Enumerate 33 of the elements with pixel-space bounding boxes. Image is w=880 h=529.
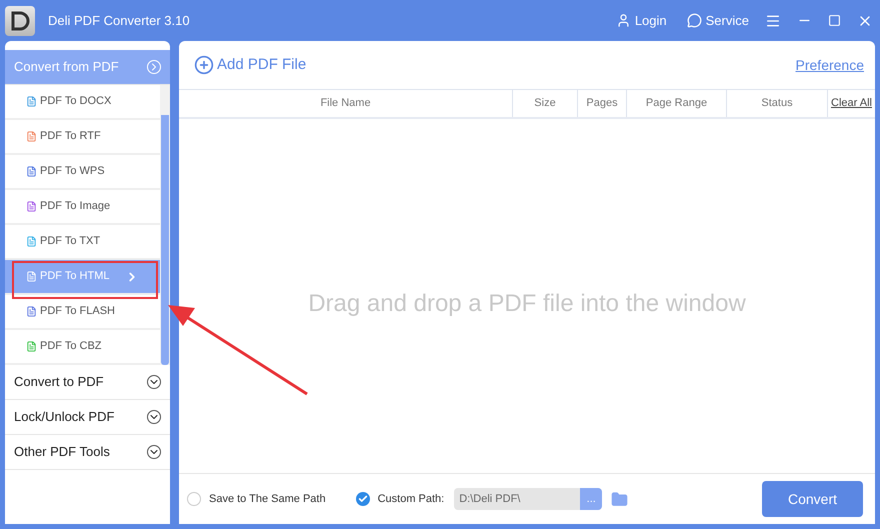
section-header[interactable]: Convert from PDF (5, 50, 170, 85)
scrollbar-thumb[interactable] (161, 115, 169, 365)
expand-icon (147, 375, 161, 389)
user-icon (616, 13, 631, 28)
service-button[interactable]: Service (686, 10, 749, 30)
column-header[interactable]: Pages (578, 90, 627, 117)
radio-option[interactable]: Save to The Same Path (187, 490, 326, 508)
section-header[interactable]: Convert to PDF (5, 365, 170, 400)
maximize-icon[interactable] (828, 14, 841, 27)
path-field[interactable]: D:\Deli PDF\ ... (454, 488, 602, 510)
column-header[interactable]: Page Range (627, 90, 727, 117)
section-header[interactable]: Lock/Unlock PDF (5, 400, 170, 435)
column-header[interactable]: Status (727, 90, 828, 117)
convert-button[interactable]: Convert (762, 481, 863, 517)
login-button[interactable]: Login (616, 10, 667, 30)
column-header[interactable]: Size (513, 90, 578, 117)
preference-link[interactable]: Preference (796, 54, 864, 76)
add-icon (194, 55, 214, 75)
radio-option[interactable]: Custom Path: (356, 490, 444, 508)
add-file-button[interactable]: Add PDF File (194, 54, 306, 76)
clear-all-link[interactable]: Clear All (828, 90, 875, 117)
expand-icon (147, 60, 161, 74)
window-title: Deli PDF Converter 3.10 (48, 12, 190, 30)
app-logo-icon (5, 6, 35, 36)
chat-icon (686, 13, 702, 28)
column-header[interactable]: File Name (179, 90, 513, 117)
browse-button[interactable]: ... (580, 488, 602, 510)
expand-icon (147, 410, 161, 424)
section-header[interactable]: Other PDF Tools (5, 435, 170, 470)
expand-icon (147, 445, 161, 459)
sidebar-item[interactable]: PDF To HTML (5, 260, 160, 295)
menu-icon[interactable] (765, 12, 781, 28)
folder-icon[interactable] (611, 490, 628, 508)
